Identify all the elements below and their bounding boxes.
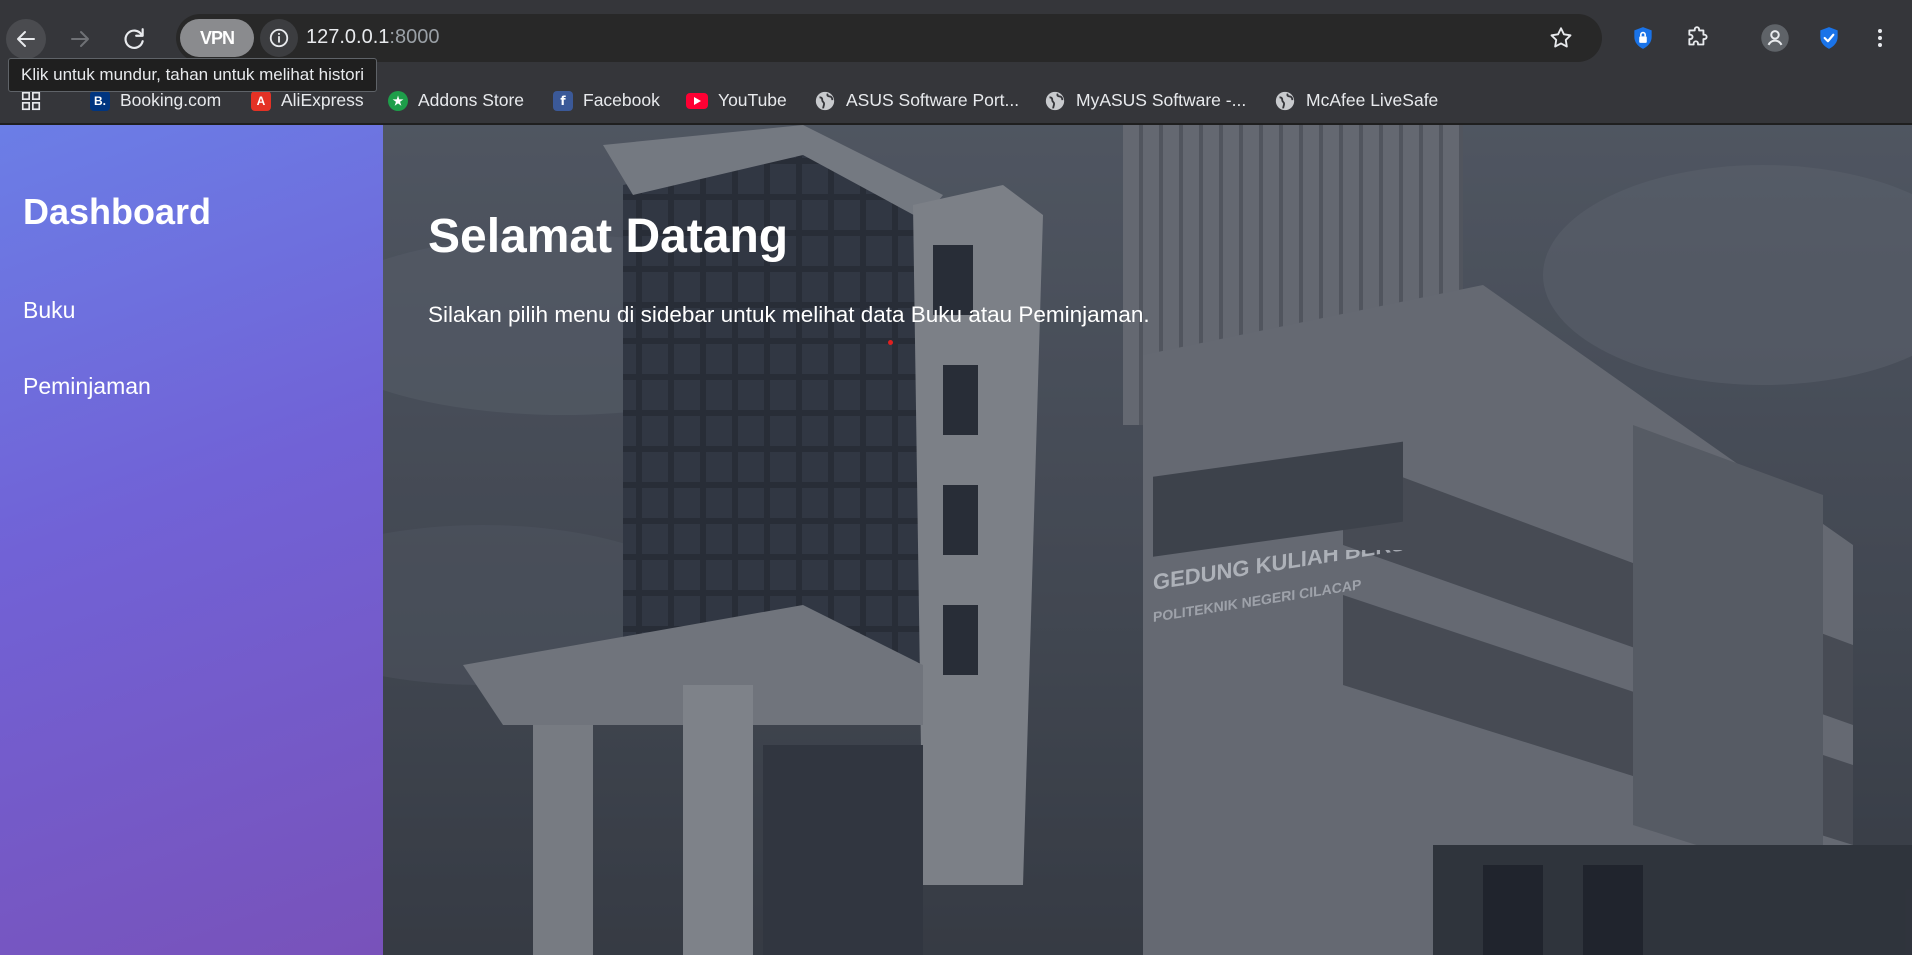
- facebook-icon: f: [553, 90, 573, 111]
- star-icon: [1550, 27, 1572, 48]
- url-port: :8000: [389, 26, 440, 48]
- menu-button[interactable]: [1862, 20, 1898, 56]
- bookmark-label: McAfee LiveSafe: [1306, 90, 1439, 110]
- shield-lock-icon: [1634, 27, 1652, 49]
- vpn-button[interactable]: VPN: [180, 19, 254, 57]
- globe-icon: [1045, 91, 1065, 110]
- back-button-tooltip: Klik untuk mundur, tahan untuk melihat h…: [8, 58, 378, 92]
- reload-icon: [124, 28, 144, 49]
- youtube-icon: [686, 92, 708, 109]
- password-manager-button[interactable]: [1625, 20, 1661, 56]
- reload-button[interactable]: [114, 19, 154, 59]
- bookmark-label: AliExpress: [281, 90, 364, 110]
- building-sign: GEDUNG KULIAH BERSAMA POLITEKNIK NEGERI …: [1153, 550, 1453, 625]
- bookmark-star-button[interactable]: [1546, 23, 1576, 53]
- back-button[interactable]: [6, 19, 46, 59]
- sidebar-title: Dashboard: [23, 191, 212, 232]
- address-bar[interactable]: VPN 127.0.0.1:8000: [176, 14, 1602, 62]
- welcome-text: Silakan pilih menu di sidebar untuk meli…: [428, 302, 1150, 327]
- bookmark-facebook[interactable]: f Facebook: [553, 78, 660, 123]
- bookmark-mcafee-livesafe[interactable]: McAfee LiveSafe: [1274, 78, 1438, 123]
- sidebar-item-peminjaman[interactable]: Peminjaman: [23, 373, 151, 400]
- bookmark-label: MyASUS Software -...: [1076, 90, 1247, 110]
- mcafee-extension-button[interactable]: [1811, 20, 1847, 56]
- hero-section: Selamat Datang Silakan pilih menu di sid…: [383, 125, 1912, 955]
- bookmark-label: Addons Store: [418, 90, 525, 110]
- shield-check-icon: [1820, 27, 1838, 49]
- bookmark-label: ASUS Software Port...: [846, 90, 1020, 110]
- cursor-dot: [888, 340, 893, 345]
- aliexpress-icon: A: [251, 90, 271, 111]
- site-info-button[interactable]: [260, 19, 298, 57]
- bookmark-myasus-software[interactable]: MyASUS Software -...: [1044, 78, 1246, 123]
- bookmark-youtube[interactable]: YouTube: [686, 78, 787, 123]
- bookmark-addons-store[interactable]: ★ Addons Store: [388, 78, 524, 123]
- extensions-button[interactable]: [1680, 20, 1716, 56]
- page-content: Dashboard Buku Peminjaman Selamat Datang…: [0, 125, 1912, 955]
- url-host: 127.0.0.1: [306, 26, 390, 48]
- bookmark-label: Booking.com: [120, 90, 222, 110]
- globe-icon: [815, 91, 835, 110]
- vpn-label: VPN: [199, 27, 235, 48]
- addons-store-icon: ★: [388, 90, 408, 111]
- more-vertical-icon: [1878, 29, 1882, 47]
- sidebar: Dashboard Buku Peminjaman: [0, 125, 383, 955]
- apps-grid-icon: [21, 91, 41, 110]
- bookmark-label: YouTube: [718, 90, 787, 110]
- arrow-right-icon: [71, 31, 89, 47]
- forward-button[interactable]: [60, 19, 100, 59]
- puzzle-icon: [1688, 26, 1708, 46]
- booking-icon: B.: [90, 90, 110, 111]
- bookmark-asus-software-portal[interactable]: ASUS Software Port...: [814, 78, 1019, 123]
- profile-icon: [1761, 24, 1789, 52]
- profile-button[interactable]: [1757, 20, 1793, 56]
- info-icon: [269, 28, 289, 48]
- arrow-left-icon: [17, 31, 35, 47]
- sidebar-item-buku[interactable]: Buku: [23, 297, 75, 324]
- globe-icon: [1275, 91, 1295, 110]
- bookmark-label: Facebook: [583, 90, 660, 110]
- welcome-heading: Selamat Datang: [428, 210, 789, 263]
- url-text[interactable]: 127.0.0.1:8000: [306, 26, 439, 49]
